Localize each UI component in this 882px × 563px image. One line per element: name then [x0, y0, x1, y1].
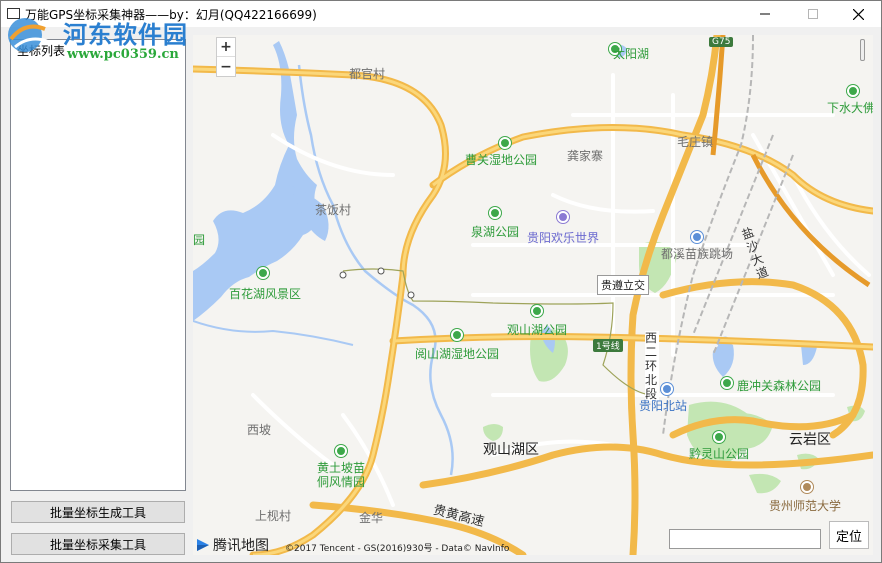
- park-marker[interactable]: [713, 431, 725, 443]
- coordinate-list-label: 坐标列表: [17, 44, 66, 58]
- close-icon: [852, 8, 864, 20]
- map-view[interactable]: + − 太阳湖 G75 都官村 下水大佛 毛庄镇 曹关湿地公园 龚家寨 茶饭村 …: [193, 35, 873, 555]
- station-marker[interactable]: [661, 383, 673, 395]
- map-label-luchongguan[interactable]: 鹿冲关森林公园: [737, 377, 821, 394]
- close-button[interactable]: [835, 1, 881, 27]
- map-label-xiashuidafo[interactable]: 下水大佛: [827, 99, 873, 116]
- map-label-zhubancun[interactable]: 茶饭村: [315, 201, 351, 218]
- minimize-button[interactable]: [742, 1, 788, 27]
- map-copyright: ©2017 Tencent - GS(2016)930号 - Data© Nav…: [285, 544, 510, 554]
- map-label-guiyanghuanle[interactable]: 贵阳欢乐世界: [527, 229, 599, 246]
- park-marker[interactable]: [847, 85, 859, 97]
- title-bar: 万能GPS坐标采集神器——by：幻月(QQ422166699): [1, 1, 881, 27]
- map-label-guizhoushifan[interactable]: 贵州师范大学: [769, 497, 841, 514]
- tencent-map-icon: [197, 539, 209, 551]
- batch-collect-button[interactable]: 批量坐标采集工具: [11, 533, 185, 555]
- maximize-button[interactable]: [790, 1, 836, 27]
- park-marker[interactable]: [335, 445, 347, 457]
- map-label-guanshanhuqu[interactable]: 观山湖区: [483, 439, 539, 459]
- locate-button[interactable]: 定位: [829, 521, 869, 549]
- poi-marker[interactable]: [691, 231, 703, 243]
- zoom-control: + −: [216, 37, 236, 77]
- coordinate-input[interactable]: [669, 529, 821, 549]
- school-marker[interactable]: [801, 481, 813, 493]
- park-marker[interactable]: [721, 377, 733, 389]
- map-label-caoguanshidi[interactable]: 曹关湿地公园: [465, 151, 537, 168]
- map-scroll-handle[interactable]: [860, 39, 865, 61]
- tencent-map-brand: 腾讯地图: [213, 538, 269, 554]
- map-label-guizunlijiao[interactable]: 贵遵立交: [597, 275, 649, 295]
- map-label-shangshicun[interactable]: 上枧村: [255, 507, 291, 524]
- window-title: 万能GPS坐标采集神器——by：幻月(QQ422166699): [25, 8, 317, 22]
- park-marker[interactable]: [451, 329, 463, 341]
- map-label-duximiaozu[interactable]: 都溪苗族跳场: [661, 245, 733, 262]
- park-marker[interactable]: [489, 207, 501, 219]
- map-label-yuan[interactable]: 园: [193, 231, 205, 248]
- park-marker[interactable]: [499, 137, 511, 149]
- map-label-duguancun[interactable]: 都官村: [349, 65, 385, 82]
- minimize-icon: [760, 13, 770, 15]
- map-label-yueshanhu[interactable]: 阅山湖湿地公园: [415, 345, 499, 362]
- tencent-map-logo: 腾讯地图: [195, 535, 269, 555]
- map-label-guanshanhu-park[interactable]: 观山湖公园: [507, 321, 567, 338]
- app-icon: [7, 8, 20, 19]
- map-label-huangshipo[interactable]: 黄土坡苗侗风情园: [317, 461, 373, 489]
- map-label-gongjiazhai[interactable]: 龚家寨: [567, 147, 603, 164]
- park-marker[interactable]: [531, 305, 543, 317]
- map-label-guiyangbeizhan[interactable]: 贵阳北站: [639, 397, 687, 414]
- map-label-jinhua[interactable]: 金华: [359, 509, 383, 526]
- map-label-quanhu[interactable]: 泉湖公园: [471, 223, 519, 240]
- zoom-out-button[interactable]: −: [217, 57, 235, 76]
- zoom-in-button[interactable]: +: [217, 38, 235, 57]
- map-label-taiyanghu[interactable]: 太阳湖: [613, 45, 649, 62]
- maximize-icon: [808, 9, 818, 19]
- map-label-yunyanqu[interactable]: 云岩区: [789, 429, 831, 449]
- map-label-maozhuangzhen[interactable]: 毛庄镇: [677, 133, 713, 150]
- map-label-baihuahu[interactable]: 百花湖风景区: [229, 285, 301, 302]
- batch-generate-button[interactable]: 批量坐标生成工具: [11, 501, 185, 523]
- map-label-qianlingshan[interactable]: 黔灵山公园: [689, 445, 749, 462]
- metro-line-badge: 1号线: [593, 339, 623, 352]
- map-label-xipo[interactable]: 西坡: [247, 421, 271, 438]
- amusement-marker[interactable]: [557, 211, 569, 223]
- park-marker[interactable]: [257, 267, 269, 279]
- coordinate-list[interactable]: 坐标列表: [10, 39, 186, 491]
- highway-shield-g75: G75: [709, 37, 734, 47]
- app-window: 万能GPS坐标采集神器——by：幻月(QQ422166699) 坐标列表 批量坐…: [0, 0, 882, 563]
- map-label-xierhuanbei[interactable]: 西二环北段: [645, 331, 659, 401]
